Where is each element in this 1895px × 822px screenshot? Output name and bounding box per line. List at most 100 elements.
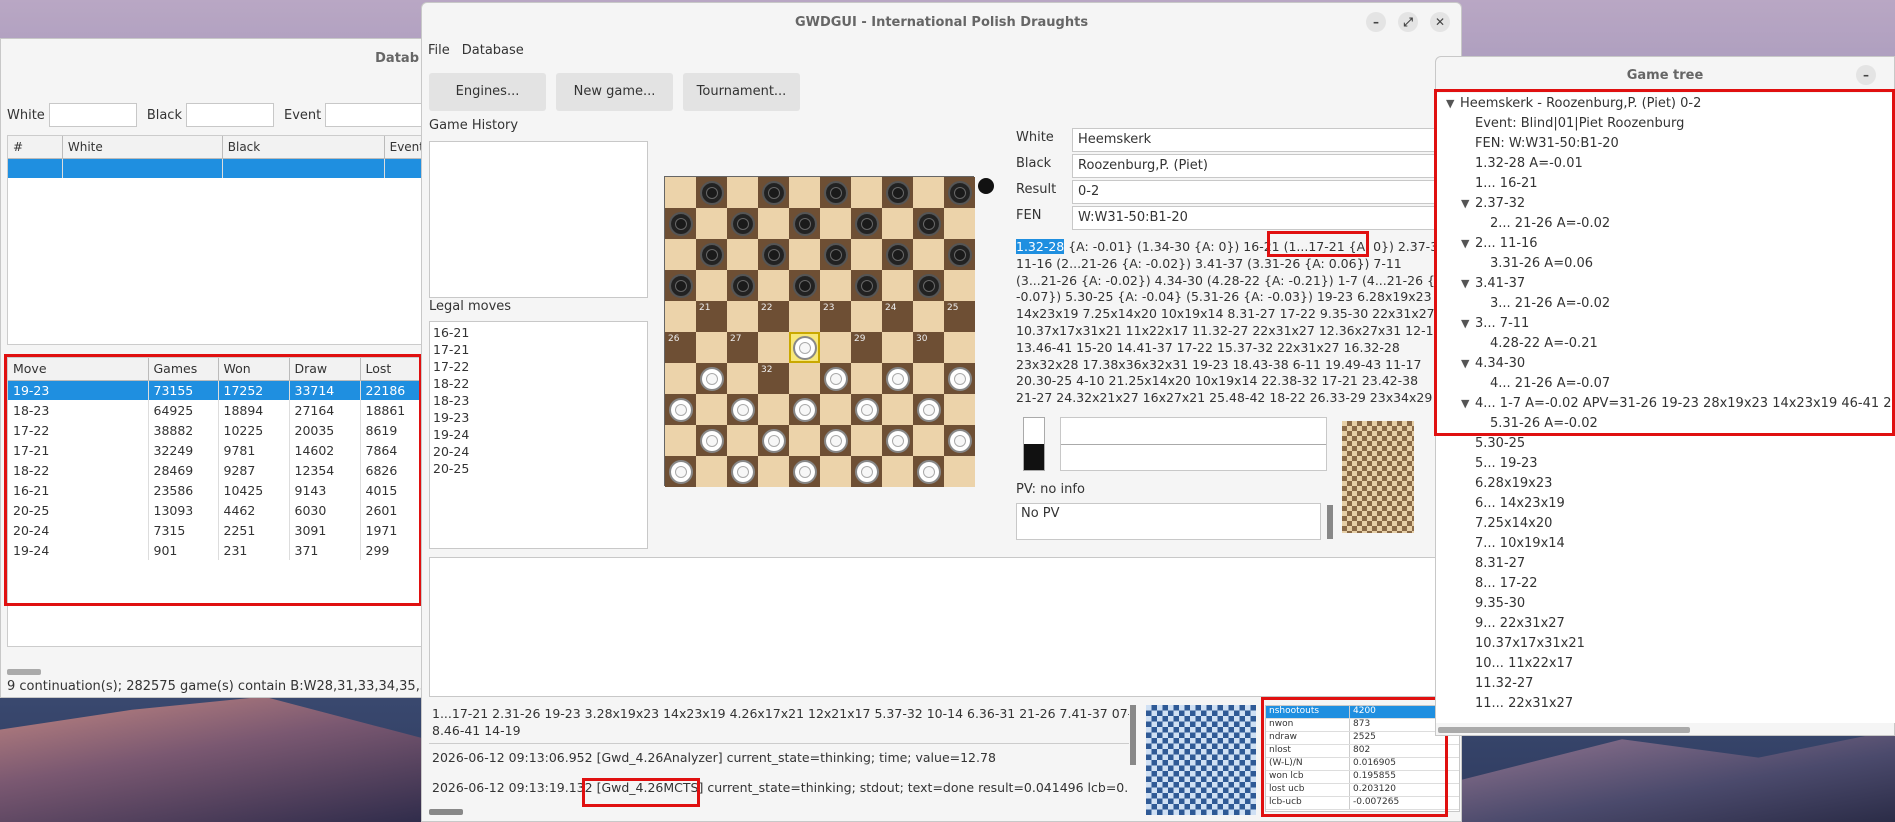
event-filter-input[interactable] xyxy=(325,103,424,127)
tree-node[interactable]: 3... 21-26 A=-0.02 xyxy=(1490,296,1610,311)
legal-moves-list[interactable]: 16-21 17-21 17-22 18-22 18-23 19-23 19-24 20-24… xyxy=(429,321,648,549)
white-piece[interactable] xyxy=(916,459,941,484)
board-square[interactable] xyxy=(727,270,758,301)
game-tree-view[interactable]: ▼ Heemskerk - Roozenburg,P. (Piet) 0-2 Eve… xyxy=(1436,93,1895,723)
black-filter-input[interactable] xyxy=(186,103,274,127)
moves-col-won[interactable]: Won xyxy=(218,358,290,381)
minimize-button[interactable]: – xyxy=(1366,12,1386,32)
board-square[interactable] xyxy=(913,456,944,487)
board-square[interactable] xyxy=(665,208,696,239)
board-square[interactable]: 30 xyxy=(913,332,944,363)
board-square[interactable] xyxy=(851,456,882,487)
legal-move-item[interactable]: 18-22 xyxy=(432,375,645,392)
moves-col-draw[interactable]: Draw xyxy=(289,358,361,381)
tree-node[interactable]: ▼ 4.34-30 xyxy=(1461,356,1525,371)
tree-node[interactable]: ▼ 4... 1-7 A=-0.02 APV=31-26 19-23 28x19x… xyxy=(1461,396,1895,411)
tree-node[interactable]: 8.31-27 xyxy=(1475,556,1525,571)
tree-node[interactable]: FEN: W:W31-50:B1-20 xyxy=(1475,136,1619,151)
games-col-number[interactable]: # xyxy=(8,136,63,159)
white-piece[interactable] xyxy=(885,428,910,453)
black-piece[interactable] xyxy=(823,180,848,205)
moves-table-row[interactable]: 19-24 901 231 371 299 xyxy=(8,540,430,560)
white-filter-input[interactable] xyxy=(48,103,137,127)
tree-node[interactable]: 10.37x17x31x21 xyxy=(1475,636,1585,651)
board-square[interactable] xyxy=(665,270,696,301)
tree-node[interactable]: 1... 16-21 xyxy=(1475,176,1538,191)
board-square[interactable] xyxy=(944,425,975,456)
board-square[interactable] xyxy=(789,270,820,301)
board-square[interactable] xyxy=(696,425,727,456)
board-square[interactable]: 24 xyxy=(882,301,913,332)
moves-table-row[interactable]: 20-24 7315 2251 3091 1971 xyxy=(8,520,430,540)
board-square[interactable]: 22 xyxy=(758,301,789,332)
legal-move-item[interactable]: 19-23 xyxy=(432,409,645,426)
black-piece[interactable] xyxy=(668,211,693,236)
black-piece[interactable] xyxy=(885,242,910,267)
moves-table-row[interactable]: 17-22 38882 10225 20035 8619 xyxy=(8,420,430,440)
tree-node[interactable]: 1.32-28 A=-0.01 xyxy=(1475,156,1583,171)
board-square[interactable] xyxy=(696,363,727,394)
legal-move-item[interactable]: 17-22 xyxy=(432,358,645,375)
board-square[interactable] xyxy=(882,425,913,456)
legal-move-item[interactable]: 20-25 xyxy=(432,460,645,477)
log-hscroll[interactable] xyxy=(429,809,463,815)
game-tree-hscroll[interactable] xyxy=(1438,727,1690,733)
game-tree-minimize-button[interactable]: – xyxy=(1856,65,1876,85)
white-piece[interactable] xyxy=(854,397,879,422)
new-game-button[interactable]: New game... xyxy=(556,73,673,111)
board-square[interactable] xyxy=(851,270,882,301)
black-piece[interactable] xyxy=(699,242,724,267)
white-piece[interactable] xyxy=(947,428,972,453)
board-square[interactable] xyxy=(789,208,820,239)
result-field[interactable]: 0-2 xyxy=(1072,180,1463,204)
expand-triangle-icon[interactable]: ▼ xyxy=(1446,97,1460,110)
tree-node[interactable]: ▼ 2... 11-16 xyxy=(1461,236,1538,251)
white-piece[interactable] xyxy=(947,366,972,391)
board-square[interactable] xyxy=(882,363,913,394)
black-piece[interactable] xyxy=(885,180,910,205)
tree-node[interactable]: ▼ 2.37-32 xyxy=(1461,196,1525,211)
legal-move-item[interactable]: 16-21 xyxy=(432,324,645,341)
moves-table-scrollbar[interactable] xyxy=(7,669,41,675)
black-piece[interactable] xyxy=(916,211,941,236)
tree-node[interactable]: ▼ 3.41-37 xyxy=(1461,276,1525,291)
board-square[interactable]: 25 xyxy=(944,301,975,332)
board-square[interactable] xyxy=(758,177,789,208)
expand-triangle-icon[interactable]: ▼ xyxy=(1461,357,1475,370)
tree-node[interactable]: 3.31-26 A=0.06 xyxy=(1490,256,1593,271)
expand-triangle-icon[interactable]: ▼ xyxy=(1461,237,1475,250)
board-square[interactable] xyxy=(851,394,882,425)
menu-database[interactable]: Database xyxy=(462,43,524,58)
moves-table-row[interactable]: 18-22 28469 9287 12354 6826 xyxy=(8,460,430,480)
tree-node[interactable]: 2... 21-26 A=-0.02 xyxy=(1490,216,1610,231)
tree-node[interactable]: 11.32-27 xyxy=(1475,676,1533,691)
white-player-field[interactable]: Heemskerk xyxy=(1072,128,1463,152)
board-square[interactable] xyxy=(944,239,975,270)
maximize-button[interactable]: ⤢ xyxy=(1398,12,1418,32)
black-piece[interactable] xyxy=(792,211,817,236)
tree-node[interactable]: 9... 22x31x27 xyxy=(1475,616,1565,631)
expand-triangle-icon[interactable]: ▼ xyxy=(1461,277,1475,290)
moves-table[interactable]: Move Games Won Draw Lost 19-23 73155 17252… xyxy=(7,357,431,647)
white-piece[interactable] xyxy=(854,459,879,484)
moves-table-row[interactable]: 20-25 13093 4462 6030 2601 xyxy=(8,500,430,520)
black-piece[interactable] xyxy=(699,180,724,205)
moves-table-row[interactable]: 18-23 64925 18894 27164 18861 xyxy=(8,400,430,420)
tree-node[interactable]: 5.31-26 A=-0.02 xyxy=(1490,416,1598,431)
expand-triangle-icon[interactable]: ▼ xyxy=(1461,317,1475,330)
tree-node[interactable]: 7... 10x19x14 xyxy=(1475,536,1565,551)
board-square[interactable] xyxy=(696,177,727,208)
moves-table-row[interactable]: 19-23 73155 17252 33714 22186 xyxy=(8,380,430,400)
moves-col-move[interactable]: Move xyxy=(8,358,149,381)
tree-node[interactable]: ▼ Heemskerk - Roozenburg,P. (Piet) 0-2 xyxy=(1446,96,1701,111)
board-square[interactable] xyxy=(851,208,882,239)
board-square[interactable] xyxy=(727,394,758,425)
legal-move-item[interactable]: 17-21 xyxy=(432,341,645,358)
moves-col-games[interactable]: Games xyxy=(148,358,219,381)
black-piece[interactable] xyxy=(668,273,693,298)
board-square[interactable] xyxy=(913,394,944,425)
draughts-board[interactable]: 21 22 23 24 25 26 27 29 30 32 xyxy=(664,176,975,487)
board-square[interactable] xyxy=(820,177,851,208)
white-piece[interactable] xyxy=(823,428,848,453)
log-scroll[interactable] xyxy=(1130,705,1136,765)
